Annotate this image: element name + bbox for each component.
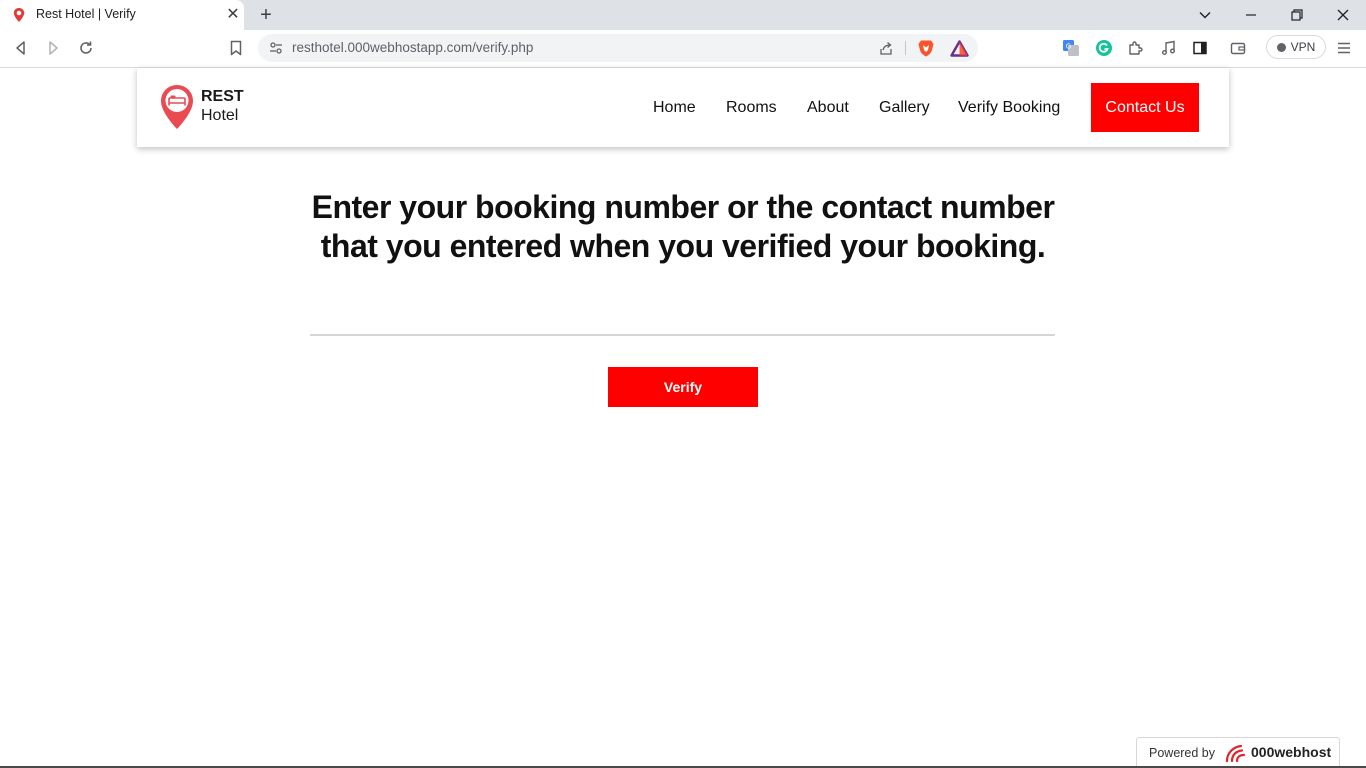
grammarly-icon[interactable] xyxy=(1093,37,1115,59)
powered-by-badge[interactable]: Powered by 000webhost xyxy=(1136,737,1340,768)
back-icon[interactable] xyxy=(10,37,32,59)
close-tab-icon[interactable]: ✕ xyxy=(224,6,242,24)
powered-by-label: Powered by xyxy=(1149,746,1216,760)
tab-search-chevron-icon[interactable] xyxy=(1182,0,1228,30)
divider xyxy=(905,41,906,55)
url-text[interactable]: resthotel.000webhostapp.com/verify.php xyxy=(292,40,533,55)
address-bar[interactable]: resthotel.000webhostapp.com/verify.php xyxy=(258,34,978,62)
minimize-icon[interactable] xyxy=(1228,0,1274,30)
heading-line-2: that you entered when you verified your … xyxy=(320,228,1046,264)
vpn-label: VPN xyxy=(1290,40,1316,54)
extensions-icon[interactable] xyxy=(1124,37,1146,59)
reload-icon[interactable] xyxy=(75,37,97,59)
location-pin-icon xyxy=(13,8,25,22)
vpn-status-icon xyxy=(1276,42,1286,52)
browser-tab-active[interactable]: Rest Hotel | Verify ✕ xyxy=(0,0,244,30)
bookmark-icon[interactable] xyxy=(225,37,247,59)
nav-verify-booking[interactable]: Verify Booking xyxy=(958,98,1060,118)
site-header: REST Hotel Home Rooms About Gallery Veri… xyxy=(137,68,1229,147)
restore-icon[interactable] xyxy=(1274,0,1320,30)
media-icon[interactable] xyxy=(1157,37,1179,59)
site-settings-icon[interactable] xyxy=(269,41,283,55)
contact-us-button[interactable]: Contact Us xyxy=(1091,83,1199,132)
brave-rewards-icon[interactable] xyxy=(950,40,969,57)
powered-by-brand: 000webhost xyxy=(1251,744,1332,760)
forward-icon[interactable] xyxy=(42,37,64,59)
browser-toolbar: resthotel.000webhostapp.com/verify.php G… xyxy=(0,30,1366,68)
share-icon[interactable] xyxy=(878,40,894,56)
nav-rooms[interactable]: Rooms xyxy=(726,98,777,118)
nav-home[interactable]: Home xyxy=(653,98,696,118)
svg-text:G: G xyxy=(1066,43,1071,51)
close-window-icon[interactable] xyxy=(1320,0,1366,30)
nav-gallery[interactable]: Gallery xyxy=(879,98,930,118)
tab-title: Rest Hotel | Verify xyxy=(36,7,136,21)
vpn-button[interactable]: VPN xyxy=(1266,35,1326,59)
translate-icon[interactable]: G xyxy=(1060,37,1082,59)
000webhost-logo-icon xyxy=(1225,744,1246,763)
sidebar-icon[interactable] xyxy=(1189,37,1211,59)
logo-text-rest[interactable]: REST xyxy=(201,88,244,106)
verify-button[interactable]: Verify xyxy=(608,367,758,407)
hotel-location-pin-icon[interactable] xyxy=(159,83,195,131)
tab-strip: Rest Hotel | Verify ✕ + xyxy=(0,0,1366,30)
page-heading: Enter your booking number or the contact… xyxy=(300,188,1066,266)
heading-line-1: Enter your booking number or the contact… xyxy=(311,189,1055,225)
booking-number-input[interactable] xyxy=(310,300,1055,336)
menu-icon[interactable] xyxy=(1333,37,1355,59)
new-tab-button[interactable]: + xyxy=(256,4,276,26)
wallet-icon[interactable] xyxy=(1227,37,1249,59)
brave-shields-icon[interactable] xyxy=(917,39,935,58)
logo-text-hotel[interactable]: Hotel xyxy=(201,107,238,125)
nav-about[interactable]: About xyxy=(807,98,849,118)
